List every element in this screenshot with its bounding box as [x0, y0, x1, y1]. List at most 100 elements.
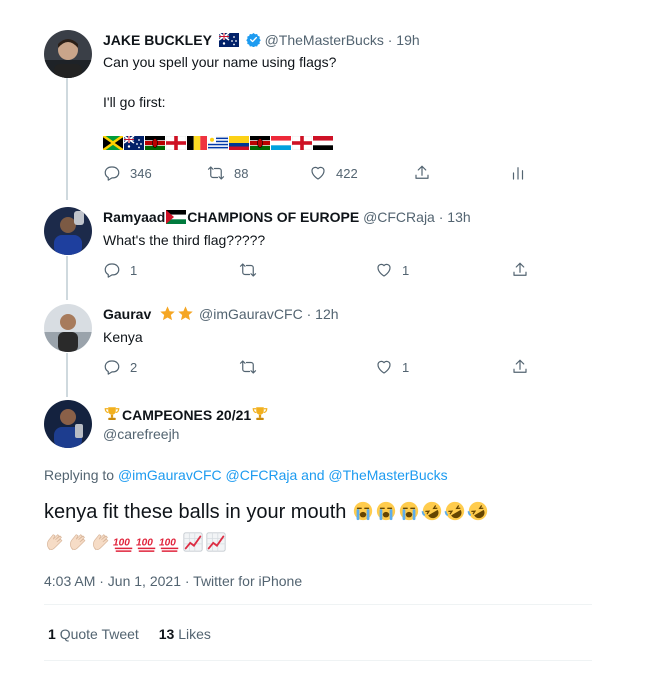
- tweet-text-line-1: Can you spell your name using flags?: [103, 54, 337, 70]
- loudly-crying-face-icon: [353, 501, 373, 521]
- share-button[interactable]: [413, 164, 431, 182]
- rolling-on-floor-laughing-icon: [421, 501, 442, 521]
- author-name-suffix[interactable]: CHAMPIONS OF EUROPE: [187, 209, 359, 225]
- author-handle[interactable]: @imGauravCFC: [199, 306, 303, 322]
- hundred-points-icon: 100: [159, 538, 179, 552]
- main-author-handle[interactable]: @carefreejh: [103, 425, 179, 443]
- heart-icon: [377, 263, 391, 277]
- avatar[interactable]: [44, 30, 92, 78]
- tweet-timestamp[interactable]: 4:03 AM · Jun 1, 2021 · Twitter for iPho…: [44, 572, 302, 590]
- separator-dot: ·: [438, 209, 444, 225]
- kenya-flag-icon: [250, 136, 270, 150]
- retweet-icon: [239, 360, 257, 374]
- luxembourg-flag-icon: [271, 136, 291, 150]
- analytics-button[interactable]: [509, 164, 527, 182]
- clapping-hands-icon: [47, 534, 63, 551]
- share-icon: [513, 359, 527, 373]
- reply-count: 1: [130, 262, 138, 278]
- reply-button[interactable]: 346: [103, 164, 152, 182]
- like-count: 422: [336, 165, 358, 181]
- separator-dot: ·: [306, 306, 312, 322]
- share-button[interactable]: [511, 261, 529, 279]
- tweet-time[interactable]: 13h: [447, 209, 470, 225]
- tweet-header: JAKE BUCKLEY @TheMasterBucks · 19h: [103, 31, 420, 49]
- tweet-time[interactable]: 19h: [396, 32, 419, 48]
- author-name[interactable]: Gaurav: [103, 306, 151, 322]
- retweet-button[interactable]: [239, 261, 257, 279]
- star-icon: [178, 306, 193, 321]
- heart-icon: [311, 166, 325, 180]
- retweet-icon: [207, 166, 225, 180]
- loudly-crying-face-icon: [376, 501, 396, 521]
- divider: [44, 660, 592, 661]
- thread-line: [66, 353, 68, 397]
- quote-tweets-link[interactable]: 1 Quote Tweet: [48, 626, 143, 642]
- quote-label: Quote Tweet: [59, 626, 139, 642]
- retweet-count: 88: [234, 165, 249, 181]
- share-icon: [415, 165, 429, 179]
- like-button[interactable]: 422: [309, 164, 358, 182]
- replying-to: Replying to @imGauravCFC @CFCRaja and @T…: [44, 466, 448, 484]
- england-flag-icon: [292, 136, 312, 150]
- rolling-on-floor-laughing-icon: [467, 501, 488, 521]
- tweet-text: What's the third flag?????: [103, 232, 266, 248]
- reply-icon: [104, 360, 120, 375]
- divider: [44, 604, 592, 605]
- avatar[interactable]: [44, 400, 92, 448]
- likes-label: Likes: [178, 626, 211, 642]
- tweet-actions: 1 1: [103, 261, 533, 281]
- chart-increasing-icon: [206, 532, 226, 552]
- tweet-time[interactable]: 12h: [315, 306, 338, 322]
- like-count: 1: [402, 262, 410, 278]
- star-icon: [160, 306, 175, 321]
- like-count: 1: [402, 359, 410, 375]
- svg-text:100: 100: [113, 538, 130, 549]
- main-author-name-row: CAMPEONES 20/21: [103, 405, 270, 424]
- main-tweet-text-row: kenya fit these balls in your mouth: [44, 499, 490, 525]
- rolling-on-floor-laughing-icon: [444, 501, 465, 521]
- avatar[interactable]: [44, 207, 92, 255]
- author-handle[interactable]: @CFCRaja: [363, 209, 435, 225]
- hundred-points-icon: 100: [136, 538, 156, 552]
- england-flag-icon: [166, 136, 186, 150]
- tweet-text-line-2: I'll go first:: [103, 94, 166, 110]
- retweet-button[interactable]: [239, 358, 257, 376]
- share-button[interactable]: [511, 358, 529, 376]
- tweet-actions: 346 88 422: [103, 164, 533, 184]
- clapping-hands-icon: [70, 534, 86, 551]
- tweet-actions: 2 1: [103, 358, 533, 378]
- loudly-crying-face-icon: [399, 501, 419, 521]
- tweet-stats: 1 Quote Tweet 13 Likes: [48, 625, 211, 643]
- belgium-flag-icon: [187, 136, 207, 150]
- retweet-button[interactable]: 88: [207, 164, 248, 182]
- thread-line: [66, 78, 68, 200]
- main-tweet-text: kenya fit these balls in your mouth: [44, 501, 347, 523]
- reply-button[interactable]: 2: [103, 358, 137, 376]
- thread-line: [66, 256, 68, 300]
- retweet-icon: [239, 263, 257, 277]
- australia-flag-icon: [124, 136, 144, 150]
- avatar[interactable]: [44, 304, 92, 352]
- main-author-name[interactable]: CAMPEONES 20/21: [122, 407, 251, 423]
- replying-to-users[interactable]: @imGauravCFC @CFCRaja and @TheMasterBuck…: [118, 467, 448, 483]
- separator-dot: ·: [387, 32, 393, 48]
- share-icon: [513, 262, 527, 276]
- author-name-prefix[interactable]: Ramyaad: [103, 209, 165, 225]
- palestine-flag-icon: [166, 210, 187, 224]
- like-button[interactable]: 1: [375, 261, 409, 279]
- yemen-flag-icon: [313, 136, 333, 150]
- likes-link[interactable]: 13 Likes: [159, 626, 211, 642]
- tweet-header: Ramyaad CHAMPIONS OF EUROPE @CFCRaja · 13…: [103, 208, 471, 226]
- analytics-icon: [512, 167, 524, 180]
- like-button[interactable]: 1: [375, 358, 409, 376]
- svg-text:100: 100: [136, 538, 153, 549]
- tweet-text: Kenya: [103, 329, 143, 345]
- australia-flag-icon: [218, 33, 239, 47]
- author-handle[interactable]: @TheMasterBucks: [265, 32, 384, 48]
- reply-icon: [104, 263, 120, 278]
- main-tweet-emoji-row: 100 100 100: [44, 530, 228, 556]
- author-name[interactable]: JAKE BUCKLEY: [103, 32, 212, 48]
- reply-button[interactable]: 1: [103, 261, 137, 279]
- replying-prefix: Replying to: [44, 467, 115, 483]
- likes-count: 13: [158, 626, 175, 642]
